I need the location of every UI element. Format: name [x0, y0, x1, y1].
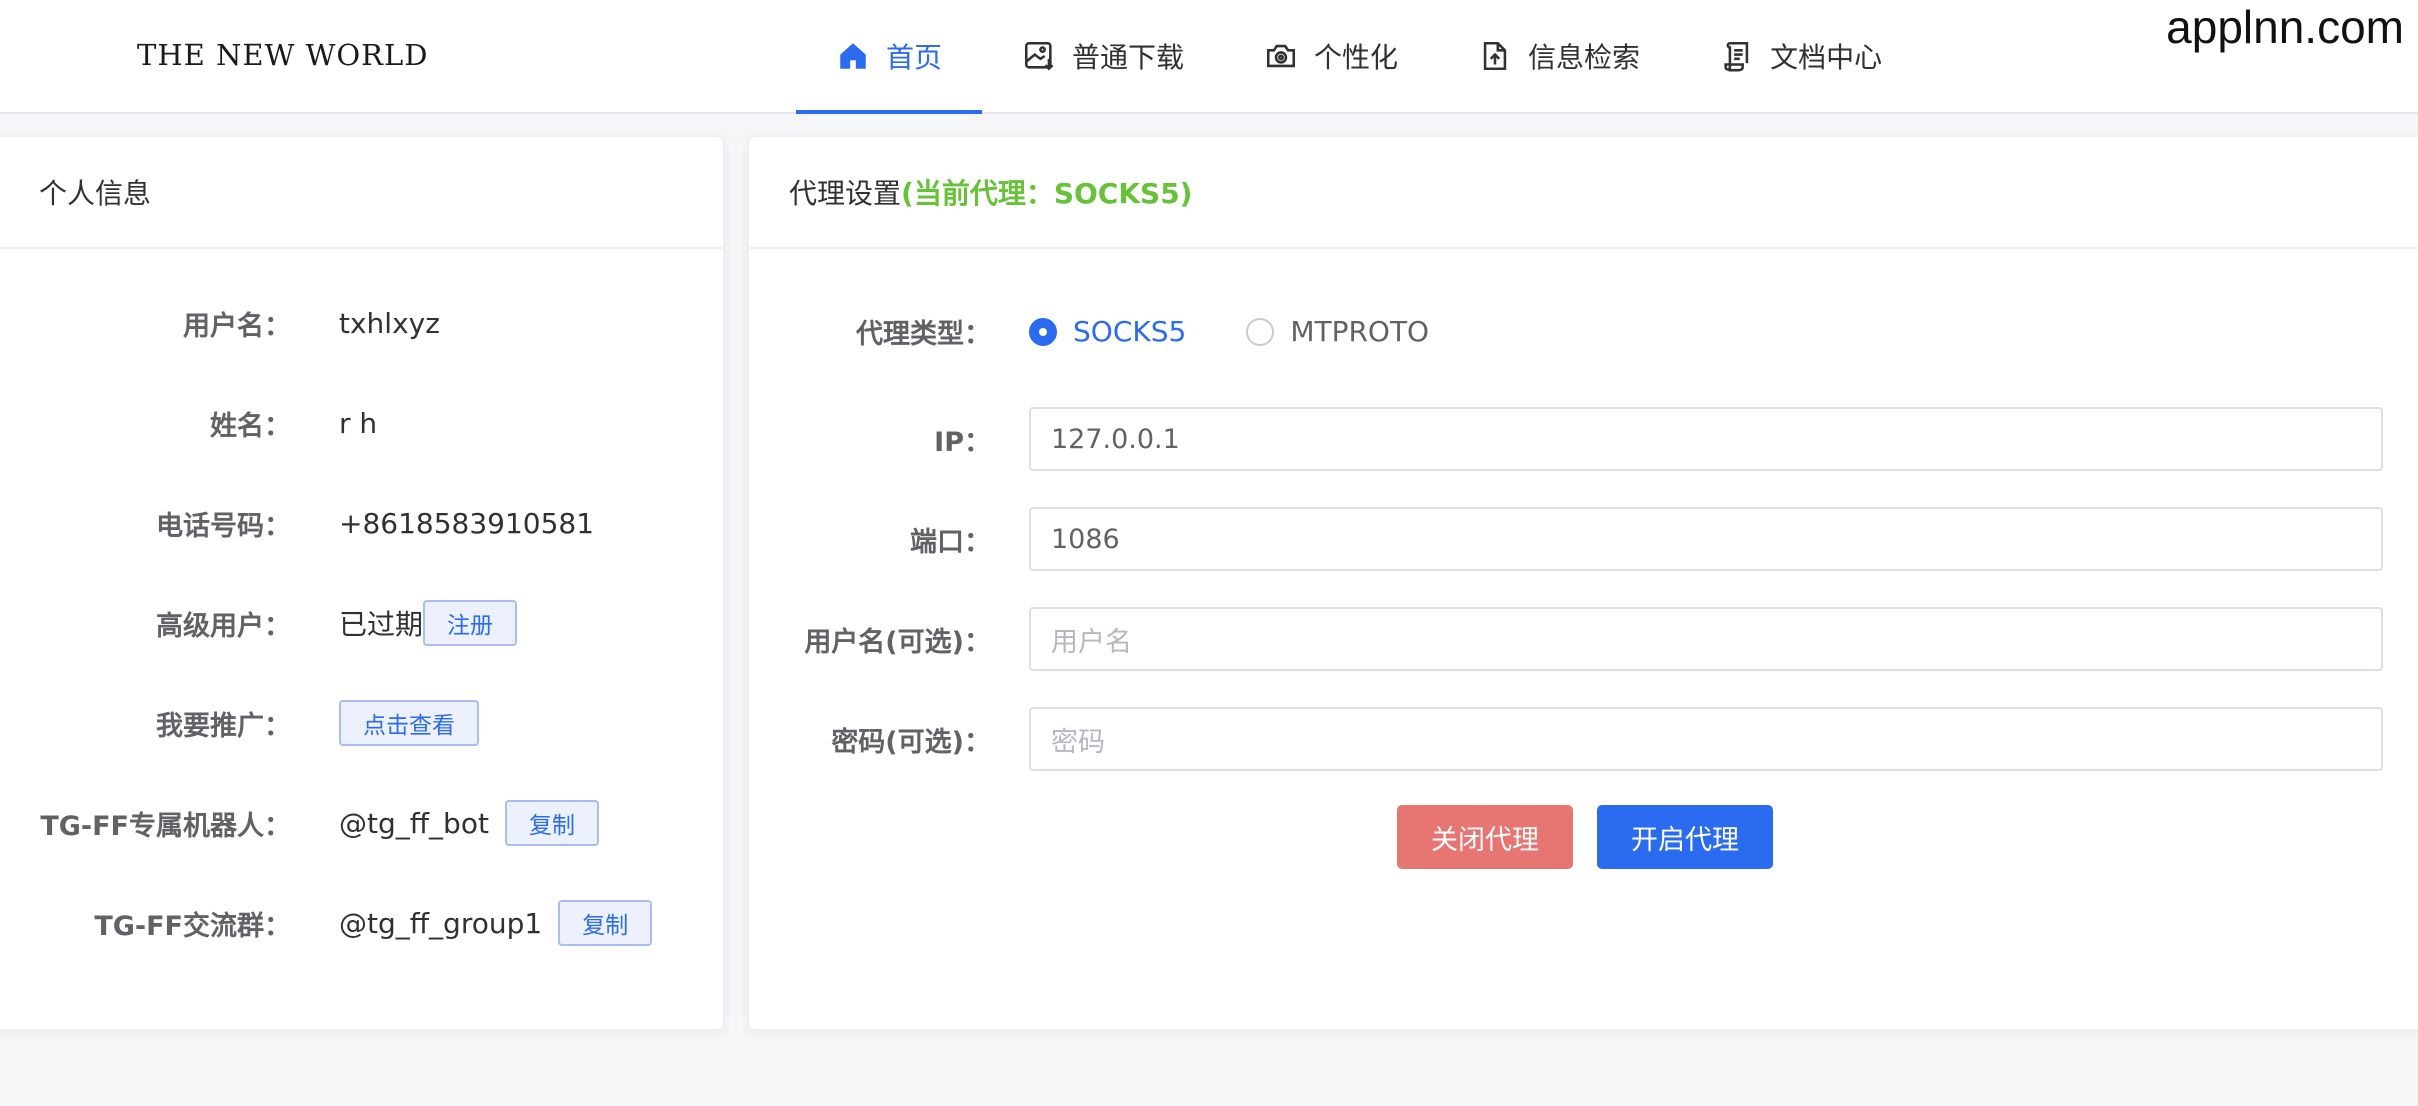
radio-socks5[interactable]: SOCKS5 — [1029, 315, 1186, 348]
form-row-password: 密码(可选)： 密码 — [749, 707, 2418, 771]
form-label: 密码(可选)： — [831, 726, 991, 758]
top-header: THE NEW WORLD 首页 普通下载 个性化 信息检索 文档中心 appl… — [0, 0, 2418, 114]
info-value: txhlxyz — [339, 306, 440, 340]
home-icon — [836, 39, 870, 73]
nav-label: 个性化 — [1314, 41, 1399, 74]
info-row-promote: 我要推广： 点击查看 — [0, 693, 725, 753]
info-row-group: TG-FF交流群： @tg_ff_group1 复制 — [0, 893, 725, 953]
nav-label: 文档中心 — [1770, 41, 1883, 74]
info-row-premium: 高级用户： 已过期 注册 — [0, 593, 725, 653]
radio-mtproto[interactable]: MTPROTO — [1246, 315, 1429, 348]
register-button[interactable]: 注册 — [423, 600, 518, 646]
form-row-username: 用户名(可选)： 用户名 — [749, 607, 2418, 671]
info-value-wrap: @tg_ff_bot 复制 — [339, 800, 599, 846]
profile-card-header: 个人信息 — [0, 137, 723, 249]
ip-input[interactable]: 127.0.0.1 — [1029, 407, 2383, 471]
info-value: r h — [339, 406, 378, 440]
info-value: +8618583910581 — [339, 506, 595, 540]
copy-bot-button[interactable]: 复制 — [504, 800, 599, 846]
info-label: 姓名： — [210, 410, 291, 442]
form-row-ip: IP： 127.0.0.1 — [749, 407, 2418, 471]
nav-label: 普通下载 — [1072, 41, 1185, 74]
profile-card: 个人信息 用户名： txhlxyz 姓名： r h 电话号码： +8618583… — [0, 136, 724, 1030]
premium-status: 已过期 — [339, 608, 424, 641]
document-icon — [1478, 39, 1512, 73]
main-nav: 首页 普通下载 个性化 信息检索 文档中心 — [796, 0, 1922, 114]
profile-title: 个人信息 — [39, 177, 152, 210]
nav-label: 信息检索 — [1528, 41, 1641, 74]
info-value-wrap: @tg_ff_group1 复制 — [339, 900, 653, 946]
proxy-title: 代理设置 — [789, 177, 902, 210]
radio-label: MTPROTO — [1290, 315, 1430, 348]
form-label: 代理类型： — [856, 318, 991, 350]
port-input[interactable]: 1086 — [1029, 507, 2383, 571]
info-label: 我要推广： — [156, 710, 291, 742]
form-label: 端口： — [910, 526, 991, 558]
view-promotion-button[interactable]: 点击查看 — [339, 700, 479, 746]
info-row-name: 姓名： r h — [0, 393, 725, 453]
form-row-type: 代理类型： SOCKS5 MTPROTO — [749, 299, 2418, 363]
radio-label: SOCKS5 — [1073, 315, 1187, 348]
copy-group-button[interactable]: 复制 — [558, 900, 653, 946]
close-proxy-button[interactable]: 关闭代理 — [1397, 805, 1573, 869]
form-label: IP： — [934, 426, 991, 458]
form-row-port: 端口： 1086 — [749, 507, 2418, 571]
nav-item-personalize[interactable]: 个性化 — [1224, 0, 1438, 112]
nav-item-download[interactable]: 普通下载 — [982, 0, 1224, 112]
radio-unchecked-icon — [1246, 317, 1275, 346]
scroll-document-icon — [1720, 39, 1754, 73]
info-value-wrap: 点击查看 — [339, 700, 479, 746]
image-download-icon — [1022, 39, 1056, 73]
proxy-type-radio-group: SOCKS5 MTPROTO — [1029, 315, 1489, 348]
form-label: 用户名(可选)： — [804, 626, 991, 658]
info-row-username: 用户名： txhlxyz — [0, 293, 725, 353]
proxy-card: 代理设置 (当前代理：SOCKS5) 代理类型： SOCKS5 MTPROTO I… — [748, 136, 2418, 1030]
group-handle: @tg_ff_group1 — [339, 906, 543, 940]
info-label: 电话号码： — [156, 510, 291, 542]
info-row-phone: 电话号码： +8618583910581 — [0, 493, 725, 553]
open-proxy-button[interactable]: 开启代理 — [1597, 805, 1773, 869]
info-label: TG-FF专属机器人： — [40, 810, 291, 842]
proxy-card-header: 代理设置 (当前代理：SOCKS5) — [749, 137, 2418, 249]
info-label: 高级用户： — [156, 610, 291, 642]
nav-item-search[interactable]: 信息检索 — [1438, 0, 1680, 112]
proxy-username-input[interactable]: 用户名 — [1029, 607, 2383, 671]
proxy-password-input[interactable]: 密码 — [1029, 707, 2383, 771]
info-label: TG-FF交流群： — [94, 910, 291, 942]
camera-gear-icon — [1264, 39, 1298, 73]
current-proxy-status: (当前代理：SOCKS5) — [901, 177, 1193, 210]
nav-item-docs[interactable]: 文档中心 — [1680, 0, 1922, 112]
nav-item-home[interactable]: 首页 — [796, 0, 983, 114]
brand-logo[interactable]: THE NEW WORLD — [137, 38, 429, 72]
info-row-bot: TG-FF专属机器人： @tg_ff_bot 复制 — [0, 793, 725, 853]
radio-checked-icon — [1029, 317, 1057, 346]
watermark-text: applnn.com — [2166, 1, 2404, 53]
info-value-wrap: 已过期 注册 — [339, 600, 518, 646]
nav-label: 首页 — [886, 41, 943, 74]
bot-handle: @tg_ff_bot — [339, 806, 489, 840]
info-label: 用户名： — [183, 310, 291, 342]
